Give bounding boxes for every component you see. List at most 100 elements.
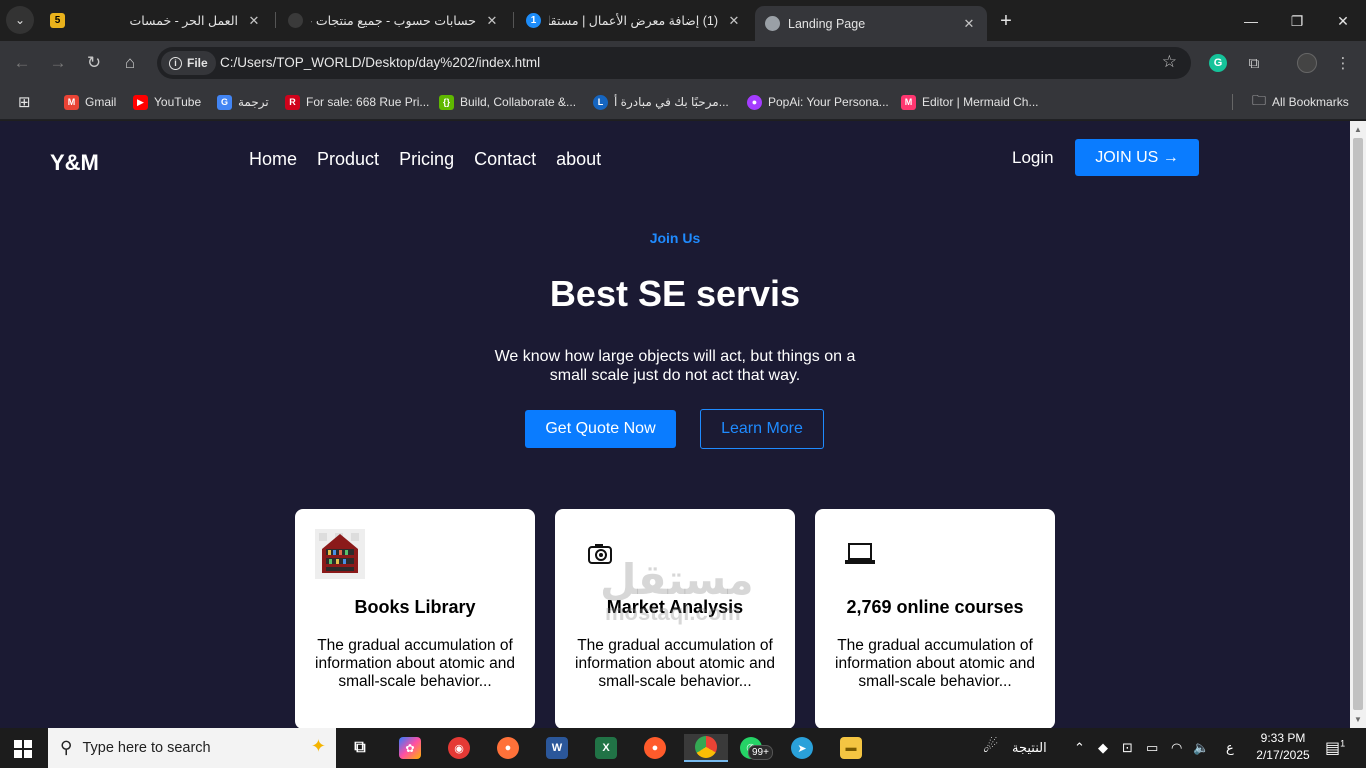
nav-pricing[interactable]: Pricing (399, 149, 454, 170)
home-icon: ⌂ (124, 53, 136, 72)
bookmark-youtube[interactable]: ▶ YouTube (133, 93, 201, 111)
get-quote-button[interactable]: Get Quote Now (525, 410, 676, 448)
new-tab-button[interactable]: + (994, 9, 1018, 33)
site-info-chip[interactable]: i File (161, 51, 216, 75)
scroll-down-icon[interactable]: ▼ (1354, 715, 1362, 724)
learn-more-button[interactable]: Learn More (700, 409, 824, 449)
taskbar-search-box[interactable]: ⚲ Type here to search ✦ (48, 728, 336, 768)
bookmark-label: PopAi: Your Persona... (768, 95, 889, 109)
volume-icon[interactable]: 🔈 (1193, 740, 1209, 756)
extensions-puzzle-icon[interactable]: ⧉ (1243, 52, 1265, 74)
url-text[interactable]: C:/Users/TOP_WORLD/Desktop/day%202/index… (220, 55, 540, 70)
scroll-up-icon[interactable]: ▲ (1354, 125, 1362, 134)
chevron-up-icon[interactable]: ⌃ (1074, 740, 1085, 756)
site-logo[interactable]: Y&M (50, 150, 99, 176)
bookmark-star-icon[interactable]: ☆ (1162, 52, 1177, 72)
tab-khamsat[interactable]: 5 العمل الحر - خمسات ✕ (40, 6, 272, 35)
nav-about[interactable]: about (556, 149, 601, 170)
tab-title: Landing Page (788, 16, 866, 31)
tab-hsoub[interactable]: حسابات حسوب - جميع منتجات حسوب ✕ (278, 6, 510, 35)
weather-icon[interactable]: ☄ (983, 737, 998, 757)
nav-home[interactable]: Home (249, 149, 297, 170)
all-bookmarks-label: All Bookmarks (1272, 95, 1349, 109)
meet-now-icon[interactable]: ⊡ (1122, 740, 1133, 756)
join-us-button[interactable]: JOIN US → (1075, 139, 1199, 176)
address-bar[interactable]: i File C:/Users/TOP_WORLD/Desktop/day%20… (157, 47, 1191, 79)
bookmark-label: Gmail (85, 95, 117, 109)
hero-title: Best SE servis (549, 273, 801, 314)
restore-button[interactable]: ❐ (1274, 8, 1320, 34)
nav-product[interactable]: Product (317, 149, 379, 170)
watermark: مستقل (600, 556, 754, 603)
task-view-icon[interactable]: ⧉ (344, 734, 376, 762)
copilot-app-icon[interactable]: ✿ (394, 734, 426, 762)
recorder-app-icon[interactable]: ◉ (443, 734, 475, 762)
clock-time: 9:33 PM (1260, 731, 1306, 745)
clock-date: 2/17/2025 (1256, 748, 1310, 762)
all-bookmarks-button[interactable]: 🗀 All Bookmarks (1252, 92, 1349, 111)
firefox-dev-app-icon[interactable]: ● (639, 734, 671, 762)
nav-contact[interactable]: Contact (474, 149, 536, 170)
menu-kebab-icon[interactable]: ⋮ (1332, 52, 1354, 74)
bookmark-build[interactable]: {} Build, Collaborate &... (439, 93, 576, 111)
tab-title: (1) إضافة معرض الأعمال | مستقل (549, 14, 718, 28)
file-explorer-app-icon[interactable]: ▬ (835, 734, 867, 762)
bookmark-popai[interactable]: ● PopAi: Your Persona... (747, 93, 889, 111)
replit-icon: {} (439, 94, 454, 110)
card-title: Books Library (354, 597, 476, 617)
windows-start-icon[interactable] (14, 740, 32, 758)
tab-landing-page[interactable]: Landing Page ✕ (755, 6, 987, 41)
login-link[interactable]: Login (1012, 148, 1054, 168)
tab-mostaql[interactable]: 1 (1) إضافة معرض الأعمال | مستقل ✕ (516, 6, 752, 35)
site-info-label: File (187, 56, 208, 70)
bookmark-mermaid[interactable]: M Editor | Mermaid Ch... (901, 93, 1038, 111)
copilot-sparkle-icon: ✦ (310, 736, 326, 756)
home-button[interactable]: ⌂ (117, 50, 143, 76)
tab-strip: ⌄ 5 العمل الحر - خمسات ✕ حسابات حسوب - ج… (0, 0, 1366, 41)
page-viewport: Y&M Home Product Pricing Contact about L… (0, 121, 1350, 728)
bookmark-translate[interactable]: G ترجمة (217, 93, 269, 111)
firefox-app-icon[interactable]: ● (492, 734, 524, 762)
grammarly-extension-icon[interactable]: G (1207, 52, 1229, 74)
apps-grid-icon[interactable]: ⊞ (18, 93, 31, 111)
wifi-icon[interactable]: ◠ (1171, 740, 1182, 756)
info-icon: i (169, 56, 182, 70)
scrollbar-thumb[interactable] (1353, 138, 1363, 710)
bookmark-for-sale[interactable]: R For sale: 668 Rue Pri... (285, 93, 429, 111)
word-app-icon[interactable]: W (541, 734, 573, 762)
system-clock[interactable]: 9:33 PM 2/17/2025 (1248, 730, 1318, 764)
arrow-right-icon: → (49, 53, 67, 72)
battery-icon[interactable]: ▭ (1146, 740, 1158, 756)
close-icon[interactable]: ✕ (726, 13, 742, 29)
feature-card-courses[interactable]: 2,769 online courses The gradual accumul… (815, 509, 1055, 728)
chrome-app-icon[interactable] (684, 734, 728, 762)
bookmark-gmail[interactable]: M Gmail (64, 93, 116, 111)
reload-button[interactable]: ↻ (81, 50, 107, 76)
search-icon: ⚲ (60, 738, 73, 757)
bookmark-initiative[interactable]: L مرحبًا بك في مبادرة أ... (593, 93, 729, 111)
telegram-app-icon[interactable]: ➤ (786, 734, 818, 762)
tab-separator (513, 12, 514, 28)
feature-card-books[interactable]: Books Library The gradual accumulation o… (295, 509, 535, 728)
tab-search-button[interactable]: ⌄ (6, 6, 34, 34)
page-scrollbar[interactable]: ▲ ▼ (1350, 121, 1366, 728)
notification-center-icon[interactable]: ▤1 (1325, 738, 1345, 758)
close-icon[interactable]: ✕ (246, 13, 262, 29)
weather-text[interactable]: النتيجة (1012, 740, 1047, 756)
youtube-icon: ▶ (133, 94, 148, 110)
google-translate-icon: G (217, 94, 232, 110)
close-icon[interactable]: ✕ (484, 13, 500, 29)
back-button[interactable]: ← (9, 50, 35, 76)
close-window-button[interactable]: ✕ (1320, 8, 1366, 34)
language-indicator[interactable]: ع (1226, 740, 1234, 756)
close-icon[interactable]: ✕ (961, 16, 977, 32)
profile-avatar[interactable] (1296, 52, 1318, 74)
bookmark-label: For sale: 668 Rue Pri... (306, 95, 430, 109)
realtor-icon: R (285, 94, 300, 110)
forward-button[interactable]: → (45, 50, 71, 76)
excel-app-icon[interactable]: X (590, 734, 622, 762)
watermark-url: mostaql.com (605, 600, 741, 625)
tab-title: العمل الحر - خمسات (129, 14, 238, 28)
minimize-button[interactable]: — (1228, 8, 1274, 34)
update-status-icon[interactable]: ◆ (1098, 740, 1108, 756)
